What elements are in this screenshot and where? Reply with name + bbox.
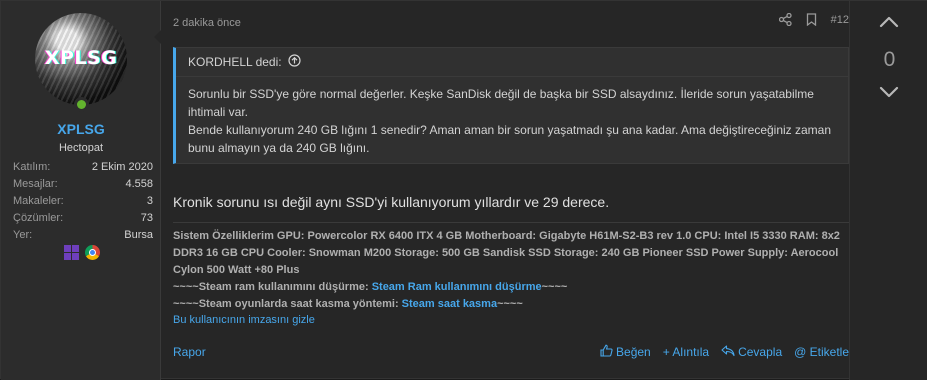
like-button[interactable]: Beğen: [600, 344, 651, 360]
post-number[interactable]: #12: [831, 14, 849, 26]
signature-text: ~~~~: [541, 281, 568, 293]
chevron-up-icon[interactable]: [878, 15, 900, 34]
stat-label: Katılım:: [13, 161, 51, 173]
bookmark-icon[interactable]: [806, 13, 817, 26]
windows-icon: [64, 245, 79, 260]
mention-button[interactable]: @ Etiketle: [794, 345, 849, 359]
chrome-icon: [85, 245, 100, 260]
quote-line: Sorunlu bir SSD'ye göre normal değerler.…: [188, 87, 814, 119]
stat-label: Makaleler:: [13, 195, 64, 207]
signature-line: ~~~~Steam oyunlarda saat kasma yöntemi: …: [173, 296, 849, 313]
quote-body: Sorunlu bir SSD'ye göre normal değerler.…: [188, 85, 838, 157]
share-icon[interactable]: [778, 13, 792, 26]
arrow-up-circle-icon[interactable]: [288, 54, 301, 70]
message-main: 2 dakika önce #12 KORDHELL dedi: Sorunlu…: [161, 1, 849, 380]
vote-count: 0: [883, 48, 896, 71]
stat-label: Mesajlar:: [13, 178, 58, 190]
post-time[interactable]: 2 dakika önce: [173, 17, 241, 29]
reply-label: Cevapla: [738, 345, 783, 359]
signature-text: ~~~~Steam ram kullanımını düşürme:: [173, 281, 372, 293]
post-actions-top: #12: [778, 13, 849, 26]
stat-row-solutions: Çözümler: 73: [13, 210, 153, 227]
stat-row-messages: Mesajlar: 4.558: [13, 176, 153, 193]
quote-author[interactable]: KORDHELL dedi:: [188, 55, 282, 69]
stat-label: Yer:: [13, 229, 33, 241]
user-title: Hectopat: [58, 142, 104, 154]
message-post: XPLSG XPLSG Hectopat Katılım: 2 Ekim 202…: [0, 0, 927, 380]
quote-line: Bende kullanıyorum 240 GB lığını 1 sened…: [188, 123, 832, 155]
vote-column: 0: [849, 1, 927, 380]
avatar[interactable]: XPLSG: [35, 13, 127, 105]
stat-value[interactable]: 4.558: [125, 176, 153, 193]
stat-value[interactable]: Bursa: [124, 227, 153, 244]
stat-label: Çözümler:: [13, 212, 64, 224]
steam-clock-link[interactable]: Steam saat kasma: [402, 298, 497, 310]
signature-divider: [173, 222, 849, 223]
quote-header[interactable]: KORDHELL dedi:: [176, 48, 848, 77]
steam-ram-link[interactable]: Steam Ram kullanımını düşürme: [372, 281, 542, 293]
online-indicator-icon: [74, 97, 89, 112]
signature: Sistem Özelliklerim GPU: Powercolor RX 6…: [173, 228, 849, 313]
quote-block: KORDHELL dedi: Sorunlu bir SSD'ye göre n…: [173, 47, 849, 164]
user-stats: Katılım: 2 Ekim 2020 Mesajlar: 4.558 Mak…: [13, 159, 153, 244]
stat-row-location: Yer: Bursa: [13, 227, 153, 244]
username[interactable]: XPLSG: [1, 121, 161, 137]
hide-signature-link[interactable]: Bu kullanıcının imzasını gizle: [173, 314, 315, 326]
user-cell: XPLSG XPLSG Hectopat Katılım: 2 Ekim 202…: [1, 1, 161, 380]
signature-text: ~~~~: [497, 298, 523, 310]
chevron-down-icon[interactable]: [878, 85, 900, 104]
signature-line: ~~~~Steam ram kullanımını düşürme: Steam…: [173, 279, 849, 296]
stat-value[interactable]: 73: [141, 210, 153, 227]
thumbs-up-icon: [600, 344, 613, 360]
report-link[interactable]: Rapor: [173, 345, 206, 359]
reply-button[interactable]: Cevapla: [721, 344, 783, 360]
user-badges: [64, 245, 100, 260]
like-label: Beğen: [616, 345, 651, 359]
quote-button[interactable]: + Alıntıla: [663, 345, 709, 359]
avatar-text: XPLSG: [44, 47, 118, 69]
stat-value[interactable]: 3: [147, 193, 153, 210]
post-text: Kronik sorunu ısı değil aynı SSD'yi kull…: [173, 194, 610, 210]
signature-specs: Sistem Özelliklerim GPU: Powercolor RX 6…: [173, 230, 840, 276]
post-footer-actions: Beğen + Alıntıla Cevapla @ Etiketle: [600, 344, 849, 360]
stat-value: 2 Ekim 2020: [91, 161, 153, 173]
signature-text: ~~~~Steam oyunlarda saat kasma yöntemi:: [173, 298, 402, 310]
stat-row-articles: Makaleler: 3: [13, 193, 153, 210]
stat-row-joined: Katılım: 2 Ekim 2020: [13, 159, 153, 176]
reply-icon: [721, 344, 735, 360]
